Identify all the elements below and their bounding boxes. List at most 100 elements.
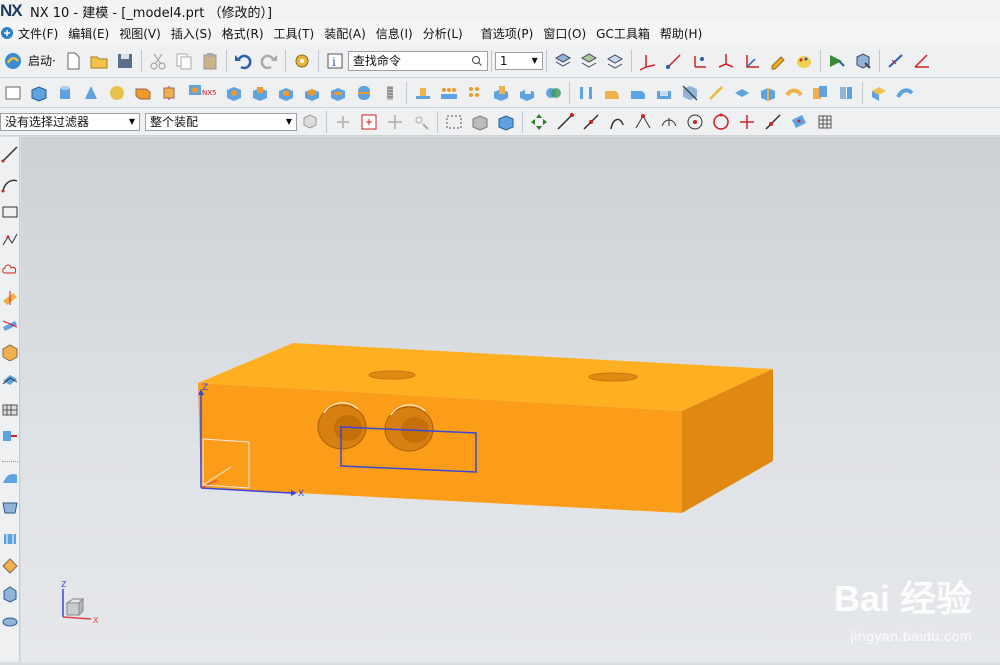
subtract-icon[interactable] (516, 82, 538, 104)
selection-scope-select[interactable]: 整个装配 ▼ (145, 112, 297, 131)
mesh-surface-icon[interactable] (1, 399, 19, 417)
ruled-surface-icon[interactable] (1, 529, 19, 547)
midpoint-snap-icon[interactable] (580, 111, 602, 133)
menu-analysis[interactable]: 分析(L) (423, 25, 463, 42)
graphics-window[interactable]: Z X Z X Bai 经验 jingyan.baidu.com (21, 137, 1000, 662)
intersect-icon[interactable] (542, 82, 564, 104)
menu-help[interactable]: 帮助(H) (660, 25, 702, 42)
bounded-plane-icon[interactable] (868, 82, 890, 104)
top-hole-left[interactable] (368, 370, 416, 380)
revolve-icon[interactable] (158, 82, 180, 104)
edge-blend-icon[interactable] (601, 82, 623, 104)
start-icon[interactable] (2, 50, 24, 72)
grid-snap-icon[interactable] (814, 111, 836, 133)
surface-icon[interactable] (894, 82, 916, 104)
snap-move-icon[interactable] (384, 111, 406, 133)
csys-icon[interactable] (637, 50, 659, 72)
menu-gc-toolbox[interactable]: GC工具箱 (596, 25, 650, 42)
menu-window[interactable]: 窗口(O) (543, 25, 586, 42)
cone-icon[interactable] (80, 82, 102, 104)
select-features-icon[interactable] (332, 111, 354, 133)
paste-icon[interactable] (199, 50, 221, 72)
quadrant-snap-icon[interactable] (710, 111, 732, 133)
n-sided-surface-icon[interactable] (1, 585, 19, 603)
type-filter-select[interactable]: 没有选择过滤器 ▼ (0, 112, 140, 131)
show-icon[interactable] (826, 50, 848, 72)
menu-tools[interactable]: 工具(T) (274, 25, 315, 42)
hole-icon[interactable] (223, 82, 245, 104)
layer-settings-icon[interactable] (552, 50, 574, 72)
command-search-input[interactable]: 查找命令 (347, 50, 488, 71)
thread-icon[interactable] (379, 82, 401, 104)
snap-enable-icon[interactable] (528, 111, 550, 133)
datum-plane-icon[interactable] (1, 289, 19, 307)
arc-icon[interactable] (1, 175, 19, 193)
menu-file[interactable]: 文件(F) (18, 25, 58, 42)
wrap-geometry-icon[interactable] (783, 82, 805, 104)
menu-assembly[interactable]: 装配(A) (324, 25, 366, 42)
select-body-icon[interactable] (469, 111, 491, 133)
tools-gear-icon[interactable] (291, 50, 313, 72)
snap-settings-icon[interactable] (410, 111, 432, 133)
cloud-curve-icon[interactable] (1, 259, 19, 277)
menu-info[interactable]: 信息(I) (376, 25, 413, 42)
datum-csys-icon[interactable] (741, 50, 763, 72)
point-set-icon[interactable] (715, 50, 737, 72)
slot-icon[interactable] (327, 82, 349, 104)
replace-face-icon[interactable] (809, 82, 831, 104)
sphere-icon[interactable] (106, 82, 128, 104)
pattern-feature-icon[interactable] (464, 82, 486, 104)
swept-surface-icon[interactable] (1, 469, 19, 487)
open-folder-icon[interactable] (88, 50, 110, 72)
boss-icon[interactable] (249, 82, 271, 104)
offset-face-icon[interactable] (731, 82, 753, 104)
menu-preferences[interactable]: 首选项(P) (481, 25, 534, 42)
sketch-icon[interactable] (2, 82, 24, 104)
shell-icon[interactable] (653, 82, 675, 104)
control-point-snap-icon[interactable] (606, 111, 628, 133)
select-solid-icon[interactable] (495, 111, 517, 133)
extrude-icon[interactable] (132, 82, 154, 104)
copy-icon[interactable] (173, 50, 195, 72)
menu-insert[interactable]: 插入(S) (171, 25, 212, 42)
rectangle-icon[interactable] (1, 203, 19, 221)
start-label[interactable]: 启动· (28, 52, 56, 69)
copy-to-layer-icon[interactable] (604, 50, 626, 72)
through-curves-icon[interactable] (1, 499, 19, 517)
block-icon[interactable] (28, 82, 50, 104)
intersection-snap-icon[interactable] (632, 111, 654, 133)
top-hole-right[interactable] (588, 372, 638, 382)
draft-icon[interactable] (575, 82, 597, 104)
line-icon[interactable] (1, 145, 19, 163)
move-to-layer-icon[interactable] (578, 50, 600, 72)
feature-box-icon[interactable] (1, 343, 19, 361)
layer-select[interactable]: 1 ▼ (494, 51, 543, 70)
pad-icon[interactable] (301, 82, 323, 104)
sheet-metal-icon[interactable] (1, 315, 19, 333)
unite-icon[interactable] (490, 82, 512, 104)
menu-edit[interactable]: 编辑(E) (68, 25, 109, 42)
measure-distance-icon[interactable] (885, 50, 907, 72)
new-file-icon[interactable] (62, 50, 84, 72)
hide-icon[interactable] (852, 50, 874, 72)
measure-angle-icon[interactable] (911, 50, 933, 72)
point-icon[interactable] (689, 50, 711, 72)
trim-body-icon[interactable] (679, 82, 701, 104)
polyline-icon[interactable] (1, 231, 19, 249)
arc-center-snap-icon[interactable] (658, 111, 680, 133)
point-on-curve-snap-icon[interactable] (762, 111, 784, 133)
general-selection-filter-icon[interactable] (299, 111, 321, 133)
move-face-icon[interactable] (1, 427, 19, 445)
pattern-icon[interactable] (438, 82, 460, 104)
emboss-icon[interactable] (412, 82, 434, 104)
edit-object-display-icon[interactable] (767, 50, 789, 72)
save-icon[interactable] (114, 50, 136, 72)
studio-surface-icon[interactable] (1, 557, 19, 575)
split-body-icon[interactable] (705, 82, 727, 104)
chamfer-icon[interactable] (627, 82, 649, 104)
color-palette-icon[interactable] (793, 50, 815, 72)
rectangle-select-icon[interactable] (443, 111, 465, 133)
undo-icon[interactable] (232, 50, 254, 72)
pocket-icon[interactable] (275, 82, 297, 104)
info-icon[interactable]: i (324, 50, 346, 72)
